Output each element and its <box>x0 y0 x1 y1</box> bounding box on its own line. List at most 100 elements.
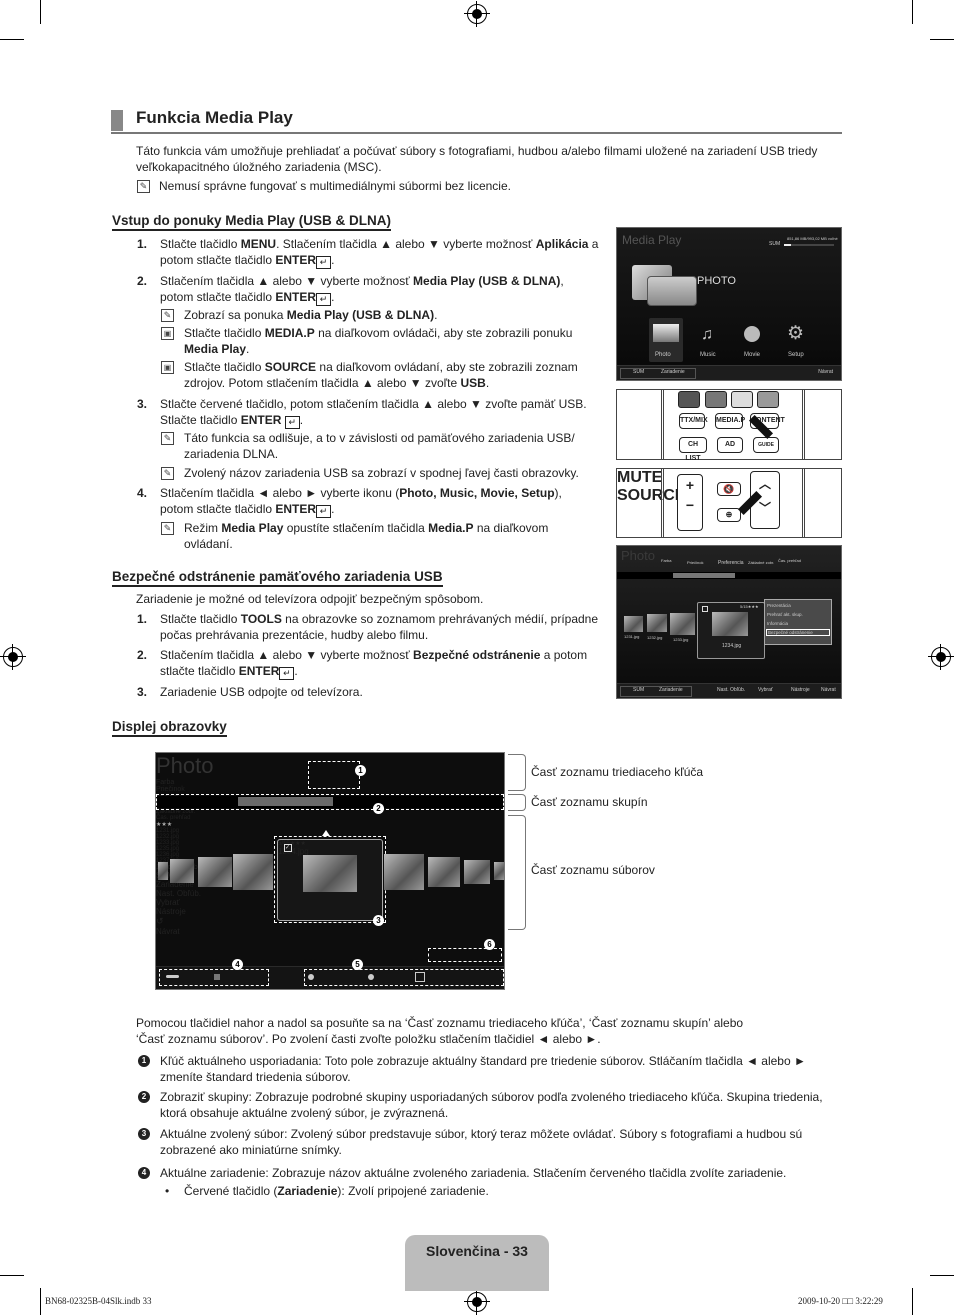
bottom-action[interactable]: Vybrať <box>758 687 773 693</box>
remote-control-image-1: TTX/MIX MEDIA.P CONTENT CH LIST AD GUIDE <box>616 389 842 462</box>
sort-key[interactable]: Čas. prehľad <box>778 558 801 563</box>
blue-button <box>757 391 779 408</box>
media-play-screen: Media Play 851,86 MB/993,02 MB voľné SUM… <box>616 227 842 381</box>
setup-gear-icon[interactable]: ⚙ <box>787 322 804 345</box>
crop-mark <box>40 1288 41 1315</box>
tools-menu-item[interactable]: Informácia <box>767 621 788 626</box>
enter-icon: ↵ <box>316 256 332 269</box>
ttx-mix-button: TTX/MIX <box>679 413 708 429</box>
bottom-action[interactable]: Nástroje <box>791 687 810 693</box>
crop-mark <box>0 39 24 40</box>
note-2a: Zobrazí sa ponuka Media Play (USB & DLNA… <box>184 308 438 322</box>
menu-icon-label: Photo <box>655 352 671 358</box>
crop-mark <box>40 0 41 24</box>
enter-icon: ↵ <box>316 293 332 306</box>
page-title-bar: Funkcia Media Play <box>111 108 842 134</box>
step-1-text: Stlačte tlačidlo MENU. Stlačením tlačidl… <box>160 237 599 269</box>
step-number: 1. <box>137 612 148 626</box>
bottom-device-button[interactable]: Zariadenie <box>661 369 685 375</box>
registration-mark-icon <box>928 644 954 670</box>
bottom-action[interactable]: Nast. Obľúb. <box>717 687 745 693</box>
step-number: 2. <box>137 648 148 662</box>
intro-text: Táto funkcia vám umožňuje prehliadať a p… <box>136 144 818 174</box>
safe-remove-intro: Zariadenie je možné od televízora odpoji… <box>136 592 484 606</box>
section-heading-safe-remove: Bezpečné odstránenie pamäťového zariaden… <box>112 569 443 587</box>
registration-mark-icon <box>464 1289 490 1315</box>
file-thumbnail[interactable] <box>464 860 490 884</box>
screen-bottom-bar: SUM Zariadenie Návrat <box>617 365 841 380</box>
bottom-return[interactable]: Návrat <box>818 369 833 375</box>
file-thumbnail[interactable] <box>170 859 194 883</box>
selected-file-card[interactable]: ✓ 5/15★★★ 1234.jpg <box>277 839 383 921</box>
marker-3-icon: 3 <box>138 1128 150 1140</box>
sort-key[interactable]: Priečinok <box>687 560 703 565</box>
device-name: SUM <box>769 241 781 247</box>
file-thumbnail[interactable] <box>158 862 168 880</box>
step-number: 1. <box>137 237 148 251</box>
file-thumbnail[interactable] <box>198 857 232 887</box>
item-3-text: Aktuálne zvolený súbor: Zvolený súbor pr… <box>160 1127 803 1157</box>
note-3b: Zvolený názov zariadenia USB sa zobrazí … <box>184 466 579 480</box>
note-icon <box>161 467 174 480</box>
step-number: 3. <box>137 685 148 699</box>
marker-1: 1 <box>355 765 366 776</box>
step-number: 2. <box>137 274 148 288</box>
group-highlight[interactable] <box>673 573 735 578</box>
file-thumbnail[interactable] <box>494 862 504 880</box>
file-thumbnail[interactable] <box>428 857 460 887</box>
bracket-groups <box>508 794 526 811</box>
sort-key-highlight-box <box>308 761 360 789</box>
file-name: 1231.jpg <box>624 634 640 639</box>
safe-step-2: Stlačením tlačidla ▲ alebo ▼ vyberte mož… <box>160 648 588 680</box>
ad-button: AD <box>717 437 743 453</box>
remote-control-image-2: + − MUTE 🔇 SOURCE ⊕ ︿ ﹀ <box>616 468 842 538</box>
group-highlight[interactable] <box>238 797 333 806</box>
sort-key[interactable]: Farba <box>661 558 671 563</box>
title-marker <box>111 110 123 131</box>
checkbox-checked-icon[interactable]: ✓ <box>284 844 292 852</box>
enter-icon: ↵ <box>316 505 332 518</box>
tools-menu-item[interactable]: Prezentácia <box>767 603 791 608</box>
bottom-action[interactable]: Návrat <box>821 687 836 693</box>
page-number-tab: Slovenčina - 33 <box>405 1235 549 1291</box>
music-icon[interactable]: ♫ <box>701 326 713 344</box>
selected-file-card[interactable]: 5/15★★★ 1234.jpg <box>697 602 765 659</box>
bottom-device-name: SUM <box>633 687 645 693</box>
menu-icon-label: Movie <box>744 352 761 358</box>
tools-menu-item[interactable]: Prehrať akt. skup. <box>767 612 803 617</box>
media-p-button: MEDIA.P <box>715 413 745 429</box>
file-thumbnail[interactable] <box>233 854 273 890</box>
group-stars: ★★★ <box>156 822 173 828</box>
file-thumbnail[interactable] <box>670 613 695 635</box>
sub-bullet-text: Červené tlačidlo (Zariadenie): Zvolí pri… <box>184 1184 489 1198</box>
bottom-device-button[interactable]: Zariadenie <box>659 687 683 693</box>
file-thumbnail[interactable] <box>384 854 424 890</box>
file-thumbnail[interactable] <box>647 614 667 632</box>
bracket-label-files: Časť zoznamu súborov <box>531 863 655 877</box>
checkbox-icon[interactable] <box>702 606 708 612</box>
step-number: 4. <box>137 486 148 500</box>
item-2-text: Zobraziť skupiny: Zobrazuje podrobné sku… <box>160 1090 823 1120</box>
sort-key-selected[interactable]: Preferencia <box>718 560 744 566</box>
screen-bottom-bar: SUM Zariadenie Nast. Obľúb. Vybrať Nástr… <box>617 683 841 698</box>
camera-body-icon <box>647 276 697 306</box>
marker-4-icon: 4 <box>138 1167 150 1179</box>
bottom-device-name: SUM <box>633 369 645 375</box>
tools-menu-item-selected[interactable]: Bezpečné odstránenie <box>766 629 830 636</box>
page-title: Funkcia Media Play <box>136 108 293 127</box>
storage-text: 851,86 MB/993,02 MB voľné <box>787 236 838 241</box>
note-2c: Stlačte tlačidlo SOURCE na diaľkovom ovl… <box>184 360 578 390</box>
file-counter: 5/15★★★ <box>740 604 759 609</box>
crop-mark <box>0 1275 24 1276</box>
selected-file-name: 1234.jpg <box>722 643 742 649</box>
note-2b: Stlačte tlačidlo MEDIA.P na diaľkovom ov… <box>184 326 573 356</box>
step-3-text: Stlačte červené tlačidlo, potom stlačení… <box>160 397 587 429</box>
file-thumbnail[interactable] <box>624 616 643 632</box>
sort-key[interactable]: Základné zobr. <box>748 560 774 565</box>
yellow-button <box>731 391 753 408</box>
movie-icon[interactable] <box>744 326 760 342</box>
screen-title: Media Play <box>622 233 682 247</box>
enter-icon: ↵ <box>284 416 300 429</box>
note-3a: Táto funkcia sa odlišuje, a to v závislo… <box>184 431 575 461</box>
bottom-action[interactable]: Návrat <box>156 927 504 936</box>
